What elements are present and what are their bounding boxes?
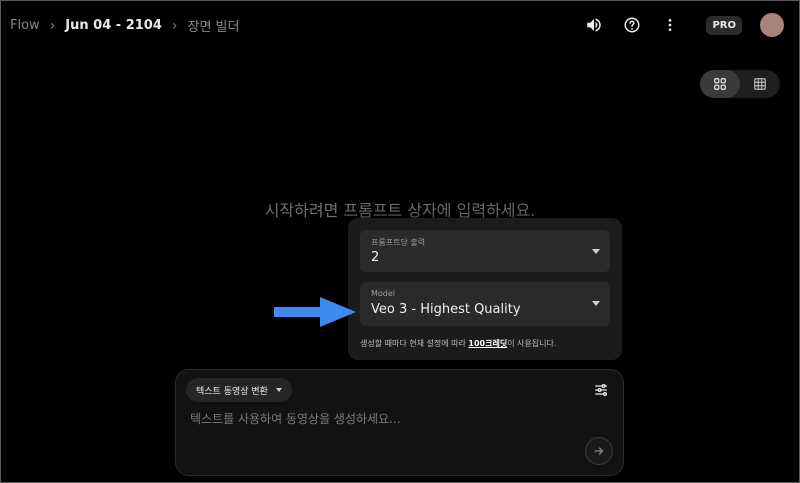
credit-note: 생성할 때마다 현재 설정에 따라 100크레딧이 사용됩니다. [360, 338, 556, 349]
chevron-right-icon: › [49, 17, 56, 34]
breadcrumb-project[interactable]: Jun 04 - 2104 [65, 18, 162, 33]
breadcrumb-flow[interactable]: Flow [10, 18, 40, 33]
table-view-icon[interactable] [740, 70, 780, 98]
volume-icon[interactable] [582, 13, 606, 37]
chevron-down-icon [275, 388, 282, 392]
outputs-label: 프롬프트당 출력 [371, 238, 426, 247]
prompt-input[interactable] [188, 408, 572, 430]
arrow-right-icon [594, 447, 604, 455]
prompt-box: 텍스트 동영상 변환 [175, 369, 624, 476]
help-icon[interactable] [620, 13, 644, 37]
outputs-value: 2 [371, 250, 380, 265]
send-button[interactable] [585, 437, 613, 465]
credit-note-prefix: 생성할 때마다 현재 설정에 따라 [360, 339, 469, 348]
settings-panel: 프롬프트당 출력 2 Model Veo 3 - Highest Quality… [348, 218, 622, 360]
model-select[interactable]: Model Veo 3 - Highest Quality [360, 282, 610, 326]
mode-select[interactable]: 텍스트 동영상 변환 [186, 378, 292, 402]
grid-view-icon[interactable] [700, 70, 740, 98]
outputs-per-prompt-select[interactable]: 프롬프트당 출력 2 [360, 230, 610, 272]
mode-label: 텍스트 동영상 변환 [196, 386, 268, 397]
model-label: Model [371, 289, 396, 298]
breadcrumb-scene-builder[interactable]: 장면 빌더 [188, 16, 240, 35]
pro-badge: PRO [706, 15, 742, 35]
header-actions: PRO [582, 13, 784, 37]
view-toggle [700, 70, 780, 98]
chevron-right-icon: › [171, 17, 178, 34]
model-value: Veo 3 - Highest Quality [371, 302, 521, 317]
annotation-arrow-icon [274, 297, 356, 327]
avatar[interactable] [760, 13, 784, 37]
credit-amount-link[interactable]: 100크레딧 [468, 339, 507, 348]
breadcrumb: Flow › Jun 04 - 2104 › 장면 빌더 [10, 16, 240, 36]
credit-note-suffix: 이 사용됩니다. [507, 339, 557, 348]
tune-settings-icon[interactable] [593, 382, 609, 402]
dropdown-caret-icon [592, 249, 600, 254]
dropdown-caret-icon [592, 301, 600, 306]
more-vert-icon[interactable] [658, 13, 682, 37]
